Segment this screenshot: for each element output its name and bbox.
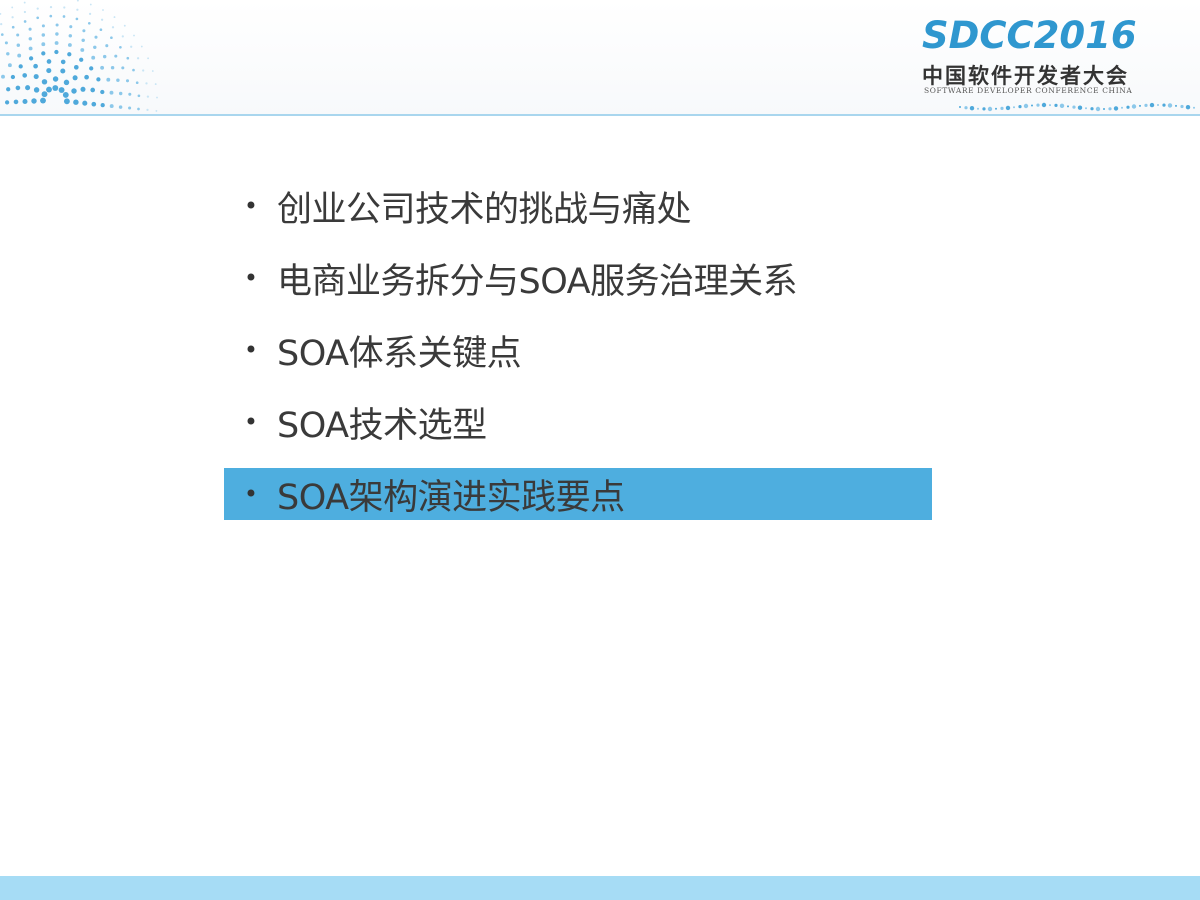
- agenda-item-label: 电商业务拆分与SOA服务治理关系: [277, 261, 798, 302]
- agenda-item-label: 创业公司技术的挑战与痛处: [277, 189, 692, 230]
- header-divider: [0, 114, 1200, 116]
- logo-subtitle-en: SOFTWARE DEVELOPER CONFERENCE CHINA: [924, 86, 1133, 95]
- agenda-item: • 电商业务拆分与SOA服务治理关系: [224, 252, 932, 304]
- bullet-icon: •: [243, 192, 259, 220]
- slide-header: SDCC2016 中国软件开发者大会 SOFTWARE DEVELOPER CO…: [0, 0, 1200, 116]
- agenda-item-label: SOA体系关键点: [277, 333, 522, 374]
- agenda-item: • SOA技术选型: [224, 396, 932, 448]
- bullet-icon: •: [243, 336, 259, 364]
- logo-title: SDCC2016: [922, 14, 1137, 57]
- agenda-item-label: SOA架构演进实践要点: [277, 477, 625, 518]
- sdcc-logo: SDCC2016 中国软件开发者大会 SOFTWARE DEVELOPER CO…: [918, 14, 1166, 98]
- agenda-item: • SOA体系关键点: [224, 324, 932, 376]
- agenda-list: • 创业公司技术的挑战与痛处 • 电商业务拆分与SOA服务治理关系 • SOA体…: [224, 180, 932, 540]
- footer-bar: [0, 876, 1200, 900]
- bullet-icon: •: [243, 480, 259, 508]
- agenda-item-label: SOA技术选型: [277, 405, 487, 446]
- agenda-item-highlighted: • SOA架构演进实践要点: [224, 468, 932, 520]
- dotted-arc-decoration-icon: [0, 0, 158, 112]
- bullet-icon: •: [243, 264, 259, 292]
- agenda-item: • 创业公司技术的挑战与痛处: [224, 180, 932, 232]
- bullet-icon: •: [243, 408, 259, 436]
